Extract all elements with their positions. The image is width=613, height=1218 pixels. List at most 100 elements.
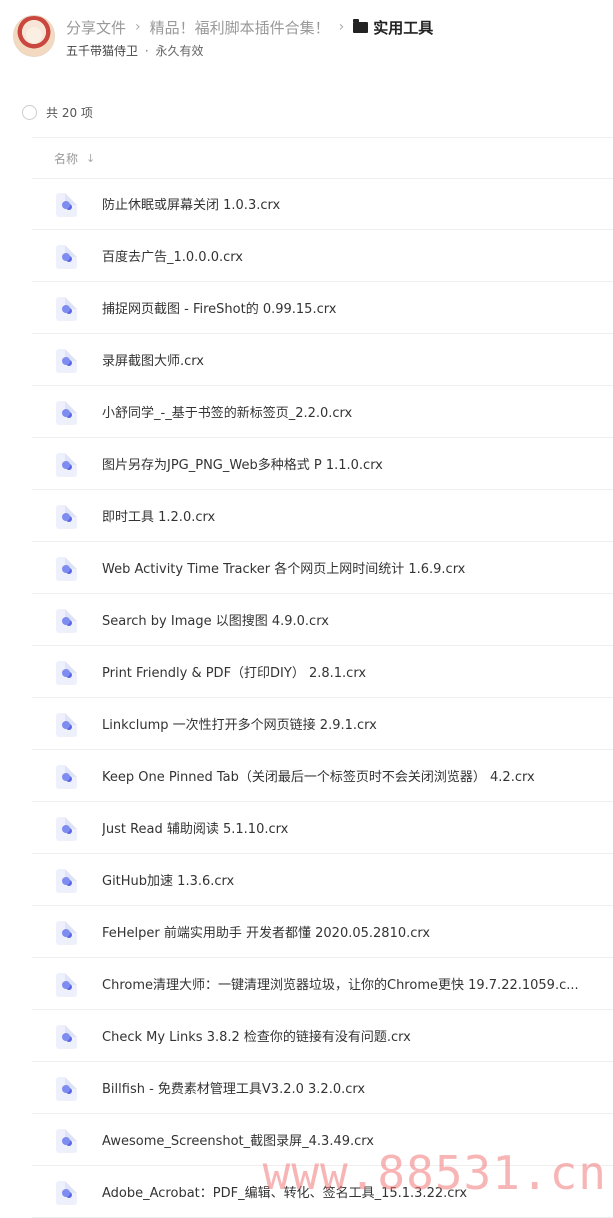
file-row[interactable]: 即时工具 1.2.0.crx [32,490,613,542]
select-all-checkbox[interactable] [22,104,37,120]
crx-file-icon [56,1129,77,1153]
file-name-cell[interactable]: Billfish - 免费素材管理工具V3.2.0 3.2.0.crx [102,1062,583,1113]
crx-file-icon [56,869,77,893]
file-name-cell[interactable]: 即时工具 1.2.0.crx [102,490,583,541]
crx-file-icon [56,1077,77,1101]
file-name[interactable]: Linkclump 一次性打开多个网页链接 2.9.1.crx [102,714,377,733]
selection-bar: 共 20 项 [22,102,93,122]
breadcrumb-separator: › [338,19,345,35]
crx-file-icon [56,245,77,269]
column-name-header[interactable]: 名称 [54,150,78,167]
crx-file-icon [56,921,77,945]
file-row[interactable]: FeHelper 前端实用助手 开发者都懂 2020.05.2810.crx [32,906,613,958]
file-name[interactable]: Chrome清理大师：一键清理浏览器垃圾，让你的Chrome更快 19.7.22… [102,974,579,993]
file-name-cell[interactable]: 百度去广告_1.0.0.0.crx [102,230,583,281]
file-name-cell[interactable]: 小舒同学_-_基于书签的新标签页_2.2.0.crx [102,386,583,437]
file-row[interactable]: Print Friendly & PDF（打印DIY） 2.8.1.crx [32,646,613,698]
file-name-cell[interactable]: 录屏截图大师.crx [102,334,583,385]
crx-file-icon [56,661,77,685]
crx-file-icon [56,401,77,425]
crx-file-icon [56,349,77,373]
crx-file-icon [56,453,77,477]
share-owner-info: 五千带猫侍卫 · 永久有效 [66,42,204,59]
file-name-cell[interactable]: 图片另存为JPG_PNG_Web多种格式 P 1.1.0.crx [102,438,583,489]
avatar-face [26,27,42,43]
file-row[interactable]: 图片另存为JPG_PNG_Web多种格式 P 1.1.0.crx [32,438,613,490]
file-name[interactable]: Keep One Pinned Tab（关闭最后一个标签页时不会关闭浏览器） 4… [102,766,535,785]
file-name-cell[interactable]: Search by Image 以图搜图 4.9.0.crx [102,594,583,645]
file-name-cell[interactable]: Linkclump 一次性打开多个网页链接 2.9.1.crx [102,698,583,749]
file-name-cell[interactable]: GitHub加速 1.3.6.crx [102,854,583,905]
file-row[interactable]: Keep One Pinned Tab（关闭最后一个标签页时不会关闭浏览器） 4… [32,750,613,802]
file-name[interactable]: Just Read 辅助阅读 5.1.10.crx [102,818,288,837]
file-name[interactable]: 捕捉网页截图 - FireShot的 0.99.15.crx [102,298,336,317]
file-name-cell[interactable]: Keep One Pinned Tab（关闭最后一个标签页时不会关闭浏览器） 4… [102,750,583,801]
file-row[interactable]: Awesome_Screenshot_截图录屏_4.3.49.crx [32,1114,613,1166]
file-name-cell[interactable]: Print Friendly & PDF（打印DIY） 2.8.1.crx [102,646,583,697]
breadcrumb-current: 实用工具 [353,17,433,38]
crx-file-icon [56,973,77,997]
crx-file-icon [56,505,77,529]
crx-file-icon [56,557,77,581]
owner-name: 五千带猫侍卫 [66,44,139,58]
crx-file-icon [56,193,77,217]
share-validity: 永久有效 [155,44,204,58]
file-name-cell[interactable]: Just Read 辅助阅读 5.1.10.crx [102,802,583,853]
file-name[interactable]: FeHelper 前端实用助手 开发者都懂 2020.05.2810.crx [102,922,430,941]
file-row[interactable]: 录屏截图大师.crx [32,334,613,386]
file-row[interactable]: Adobe_Acrobat：PDF_编辑、转化、签名工具_15.1.3.22.c… [32,1166,613,1218]
file-row[interactable]: Chrome清理大师：一键清理浏览器垃圾，让你的Chrome更快 19.7.22… [32,958,613,1010]
file-name[interactable]: 即时工具 1.2.0.crx [102,506,215,525]
crx-file-icon [56,1181,77,1205]
file-name-cell[interactable]: Web Activity Time Tracker 各个网页上网时间统计 1.6… [102,542,583,593]
file-name-cell[interactable]: Check My Links 3.8.2 检查你的链接有没有问题.crx [102,1010,583,1061]
folder-icon [353,18,369,33]
crx-file-icon [56,609,77,633]
file-row[interactable]: Billfish - 免费素材管理工具V3.2.0 3.2.0.crx [32,1062,613,1114]
file-name[interactable]: 小舒同学_-_基于书签的新标签页_2.2.0.crx [102,402,352,421]
file-name[interactable]: Billfish - 免费素材管理工具V3.2.0 3.2.0.crx [102,1078,365,1097]
crx-file-icon [56,1025,77,1049]
current-folder-label: 实用工具 [373,18,434,37]
file-name[interactable]: Search by Image 以图搜图 4.9.0.crx [102,610,329,629]
user-avatar[interactable] [13,15,55,57]
file-name[interactable]: Check My Links 3.8.2 检查你的链接有没有问题.crx [102,1026,411,1045]
file-name-cell[interactable]: Chrome清理大师：一键清理浏览器垃圾，让你的Chrome更快 19.7.22… [102,958,583,1009]
file-row[interactable]: 捕捉网页截图 - FireShot的 0.99.15.crx [32,282,613,334]
file-row[interactable]: Web Activity Time Tracker 各个网页上网时间统计 1.6… [32,542,613,594]
item-count: 共 20 项 [46,105,93,120]
file-row[interactable]: Just Read 辅助阅读 5.1.10.crx [32,802,613,854]
breadcrumb: 分享文件 › 精品！福利脚本插件合集！ › 实用工具 [66,15,433,39]
share-header: 分享文件 › 精品！福利脚本插件合集！ › 实用工具 五千带猫侍卫 · 永久有效 [0,0,613,70]
file-name[interactable]: GitHub加速 1.3.6.crx [102,870,234,889]
file-name[interactable]: Web Activity Time Tracker 各个网页上网时间统计 1.6… [102,558,465,577]
file-name[interactable]: 录屏截图大师.crx [102,350,204,369]
file-name[interactable]: Adobe_Acrobat：PDF_编辑、转化、签名工具_15.1.3.22.c… [102,1182,467,1201]
sort-down-icon[interactable]: ↓ [86,152,95,165]
file-name[interactable]: 防止休眠或屏幕关闭 1.0.3.crx [102,194,280,213]
crx-file-icon [56,817,77,841]
crx-file-icon [56,297,77,321]
file-name-cell[interactable]: Adobe_Acrobat：PDF_编辑、转化、签名工具_15.1.3.22.c… [102,1166,583,1217]
file-name[interactable]: 百度去广告_1.0.0.0.crx [102,246,243,265]
file-name[interactable]: Print Friendly & PDF（打印DIY） 2.8.1.crx [102,662,366,681]
crx-file-icon [56,765,77,789]
file-row[interactable]: GitHub加速 1.3.6.crx [32,854,613,906]
file-name-cell[interactable]: Awesome_Screenshot_截图录屏_4.3.49.crx [102,1114,583,1165]
file-row[interactable]: 防止休眠或屏幕关闭 1.0.3.crx [32,178,613,230]
file-row[interactable]: Search by Image 以图搜图 4.9.0.crx [32,594,613,646]
file-name[interactable]: Awesome_Screenshot_截图录屏_4.3.49.crx [102,1130,374,1149]
file-name[interactable]: 图片另存为JPG_PNG_Web多种格式 P 1.1.0.crx [102,454,383,473]
file-row[interactable]: 小舒同学_-_基于书签的新标签页_2.2.0.crx [32,386,613,438]
file-row[interactable]: Check My Links 3.8.2 检查你的链接有没有问题.crx [32,1010,613,1062]
file-name-cell[interactable]: 捕捉网页截图 - FireShot的 0.99.15.crx [102,282,583,333]
file-row[interactable]: 百度去广告_1.0.0.0.crx [32,230,613,282]
file-name-cell[interactable]: FeHelper 前端实用助手 开发者都懂 2020.05.2810.crx [102,906,583,957]
owner-separator: · [144,44,149,58]
breadcrumb-item-shared-files[interactable]: 分享文件 [66,17,126,38]
breadcrumb-separator: › [135,19,141,35]
file-name-cell[interactable]: 防止休眠或屏幕关闭 1.0.3.crx [102,178,583,229]
file-row[interactable]: Linkclump 一次性打开多个网页链接 2.9.1.crx [32,698,613,750]
breadcrumb-item-collection[interactable]: 精品！福利脚本插件合集！ [150,17,330,38]
crx-file-icon [56,713,77,737]
